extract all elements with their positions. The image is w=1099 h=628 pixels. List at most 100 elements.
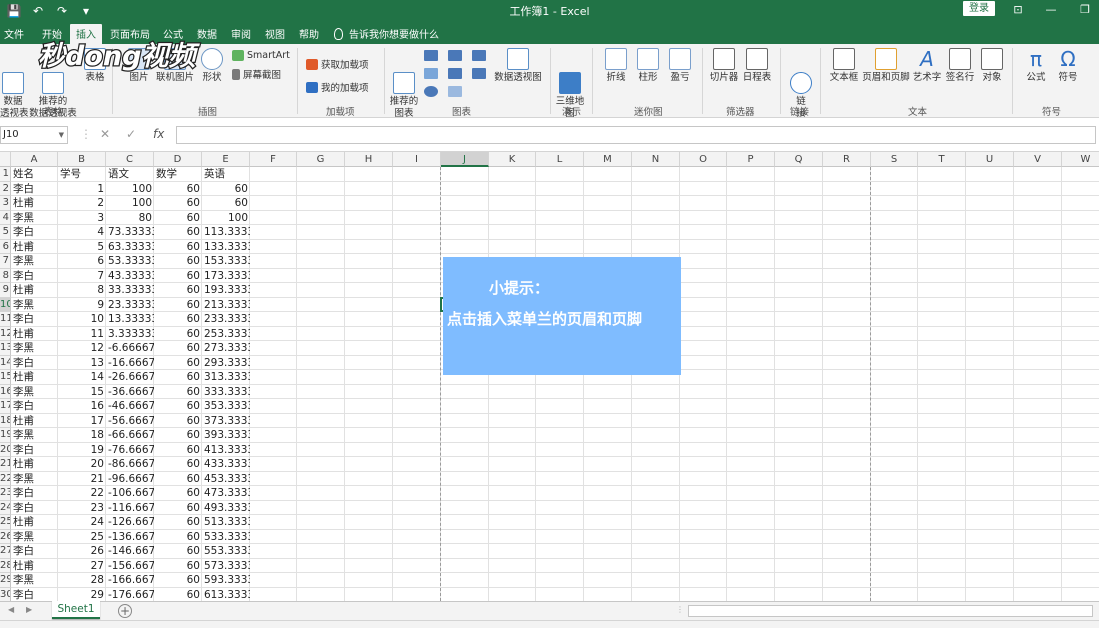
table-cell[interactable]: 493.3333 <box>202 501 250 516</box>
table-cell[interactable]: 杜甫 <box>11 457 58 472</box>
table-cell[interactable]: 18 <box>58 428 106 443</box>
table-cell[interactable]: 60 <box>154 559 202 574</box>
restore-icon[interactable]: ❐ <box>1075 2 1095 18</box>
row-header[interactable]: 30 <box>0 587 11 601</box>
table-cell[interactable]: 3 <box>58 211 106 226</box>
row-header[interactable]: 23 <box>0 486 11 501</box>
table-cell[interactable]: 60 <box>154 269 202 284</box>
header-cell[interactable]: 语文 <box>106 167 154 182</box>
name-box[interactable]: J10 ▼ <box>0 126 68 144</box>
tab-view[interactable]: 视图 <box>265 26 285 41</box>
table-cell[interactable]: 100 <box>106 196 154 211</box>
table-cell[interactable]: 25 <box>58 530 106 545</box>
column-header[interactable]: R <box>823 152 871 167</box>
table-cell[interactable]: 60 <box>154 196 202 211</box>
row-header[interactable]: 16 <box>0 384 11 399</box>
worksheet-grid[interactable]: ABCDEFGHIJKLMNOPQRSTUVW12345678910111213… <box>0 152 1099 601</box>
table-cell[interactable]: 李白 <box>11 443 58 458</box>
table-cell[interactable]: 杜甫 <box>11 559 58 574</box>
table-cell[interactable]: 李白 <box>11 182 58 197</box>
table-cell[interactable]: 153.3333 <box>202 254 250 269</box>
tab-help[interactable]: 帮助 <box>299 26 319 41</box>
table-cell[interactable]: 27 <box>58 559 106 574</box>
table-cell[interactable]: 李白 <box>11 486 58 501</box>
table-cell[interactable]: 杜甫 <box>11 196 58 211</box>
table-cell[interactable]: 26 <box>58 544 106 559</box>
table-cell[interactable]: 393.3333 <box>202 428 250 443</box>
column-header[interactable]: T <box>918 152 966 167</box>
column-header[interactable]: V <box>1014 152 1062 167</box>
row-header[interactable]: 18 <box>0 413 11 428</box>
signature-line-button[interactable]: 签名行 <box>944 48 976 84</box>
column-header[interactable]: J <box>441 152 489 167</box>
tab-review[interactable]: 审阅 <box>231 26 251 41</box>
get-addins-button[interactable]: 获取加载项 <box>306 57 369 71</box>
insert-function-icon[interactable]: fx <box>153 127 164 141</box>
table-cell[interactable]: 28 <box>58 573 106 588</box>
row-header[interactable]: 13 <box>0 341 11 356</box>
table-cell[interactable]: 4 <box>58 225 106 240</box>
table-cell[interactable]: 杜甫 <box>11 370 58 385</box>
table-cell[interactable]: 60 <box>154 544 202 559</box>
column-header[interactable]: Q <box>775 152 823 167</box>
next-sheet-icon[interactable]: ▶ <box>26 605 32 614</box>
sheet-tab-sheet1[interactable]: Sheet1 <box>52 601 100 619</box>
enter-icon[interactable]: ✓ <box>126 127 136 141</box>
table-cell[interactable]: -156.667 <box>106 559 154 574</box>
table-cell[interactable]: 60 <box>154 254 202 269</box>
table-cell[interactable]: -26.6667 <box>106 370 154 385</box>
table-cell[interactable]: 613.3333 <box>202 588 250 602</box>
table-cell[interactable]: 19 <box>58 443 106 458</box>
table-cell[interactable]: 1 <box>58 182 106 197</box>
tab-file[interactable]: 文件 <box>4 26 24 41</box>
table-cell[interactable]: 李黑 <box>11 428 58 443</box>
row-header[interactable]: 29 <box>0 573 11 588</box>
statistic-chart-icon[interactable] <box>448 68 462 79</box>
table-cell[interactable]: 60 <box>154 457 202 472</box>
sparkline-line-button[interactable]: 折线 <box>602 48 630 84</box>
prev-sheet-icon[interactable]: ◀ <box>8 605 14 614</box>
row-header[interactable]: 24 <box>0 500 11 515</box>
column-header[interactable]: F <box>250 152 297 167</box>
table-cell[interactable]: -126.667 <box>106 515 154 530</box>
table-cell[interactable]: -16.6667 <box>106 356 154 371</box>
table-cell[interactable]: 100 <box>106 182 154 197</box>
table-cell[interactable]: 413.3333 <box>202 443 250 458</box>
table-cell[interactable]: 60 <box>154 370 202 385</box>
timeline-button[interactable]: 日程表 <box>742 48 772 84</box>
table-cell[interactable]: 60 <box>154 298 202 313</box>
table-cell[interactable]: 5 <box>58 240 106 255</box>
row-header[interactable]: 4 <box>0 210 11 225</box>
hierarchy-chart-icon[interactable] <box>448 50 462 61</box>
column-header[interactable]: K <box>489 152 536 167</box>
table-cell[interactable]: 60 <box>154 486 202 501</box>
table-cell[interactable]: 60 <box>154 341 202 356</box>
table-cell[interactable]: 李白 <box>11 312 58 327</box>
row-header[interactable]: 28 <box>0 558 11 573</box>
table-cell[interactable]: 2 <box>58 196 106 211</box>
table-cell[interactable]: 杜甫 <box>11 240 58 255</box>
scatter-chart-icon[interactable] <box>448 86 462 97</box>
column-chart-icon[interactable] <box>424 50 438 61</box>
screenshot-button[interactable]: 屏幕截图 <box>232 67 281 81</box>
table-cell[interactable]: 60 <box>154 414 202 429</box>
row-header[interactable]: 10 <box>0 297 11 312</box>
table-cell[interactable]: 李黑 <box>11 298 58 313</box>
column-header[interactable]: I <box>393 152 441 167</box>
table-cell[interactable]: 63.33333 <box>106 240 154 255</box>
row-header[interactable]: 19 <box>0 428 11 443</box>
column-header[interactable]: M <box>584 152 632 167</box>
row-header[interactable]: 27 <box>0 544 11 559</box>
table-cell[interactable]: 53.33333 <box>106 254 154 269</box>
my-addins-button[interactable]: 我的加载项 <box>306 80 369 94</box>
table-cell[interactable]: 213.3333 <box>202 298 250 313</box>
table-cell[interactable]: 60 <box>154 428 202 443</box>
table-cell[interactable]: -166.667 <box>106 573 154 588</box>
table-cell[interactable]: 李白 <box>11 501 58 516</box>
column-header[interactable]: C <box>106 152 154 167</box>
table-cell[interactable]: -116.667 <box>106 501 154 516</box>
row-header[interactable]: 1 <box>0 167 11 182</box>
table-cell[interactable]: 373.3333 <box>202 414 250 429</box>
header-cell[interactable]: 学号 <box>58 167 106 182</box>
table-cell[interactable]: 60 <box>154 240 202 255</box>
